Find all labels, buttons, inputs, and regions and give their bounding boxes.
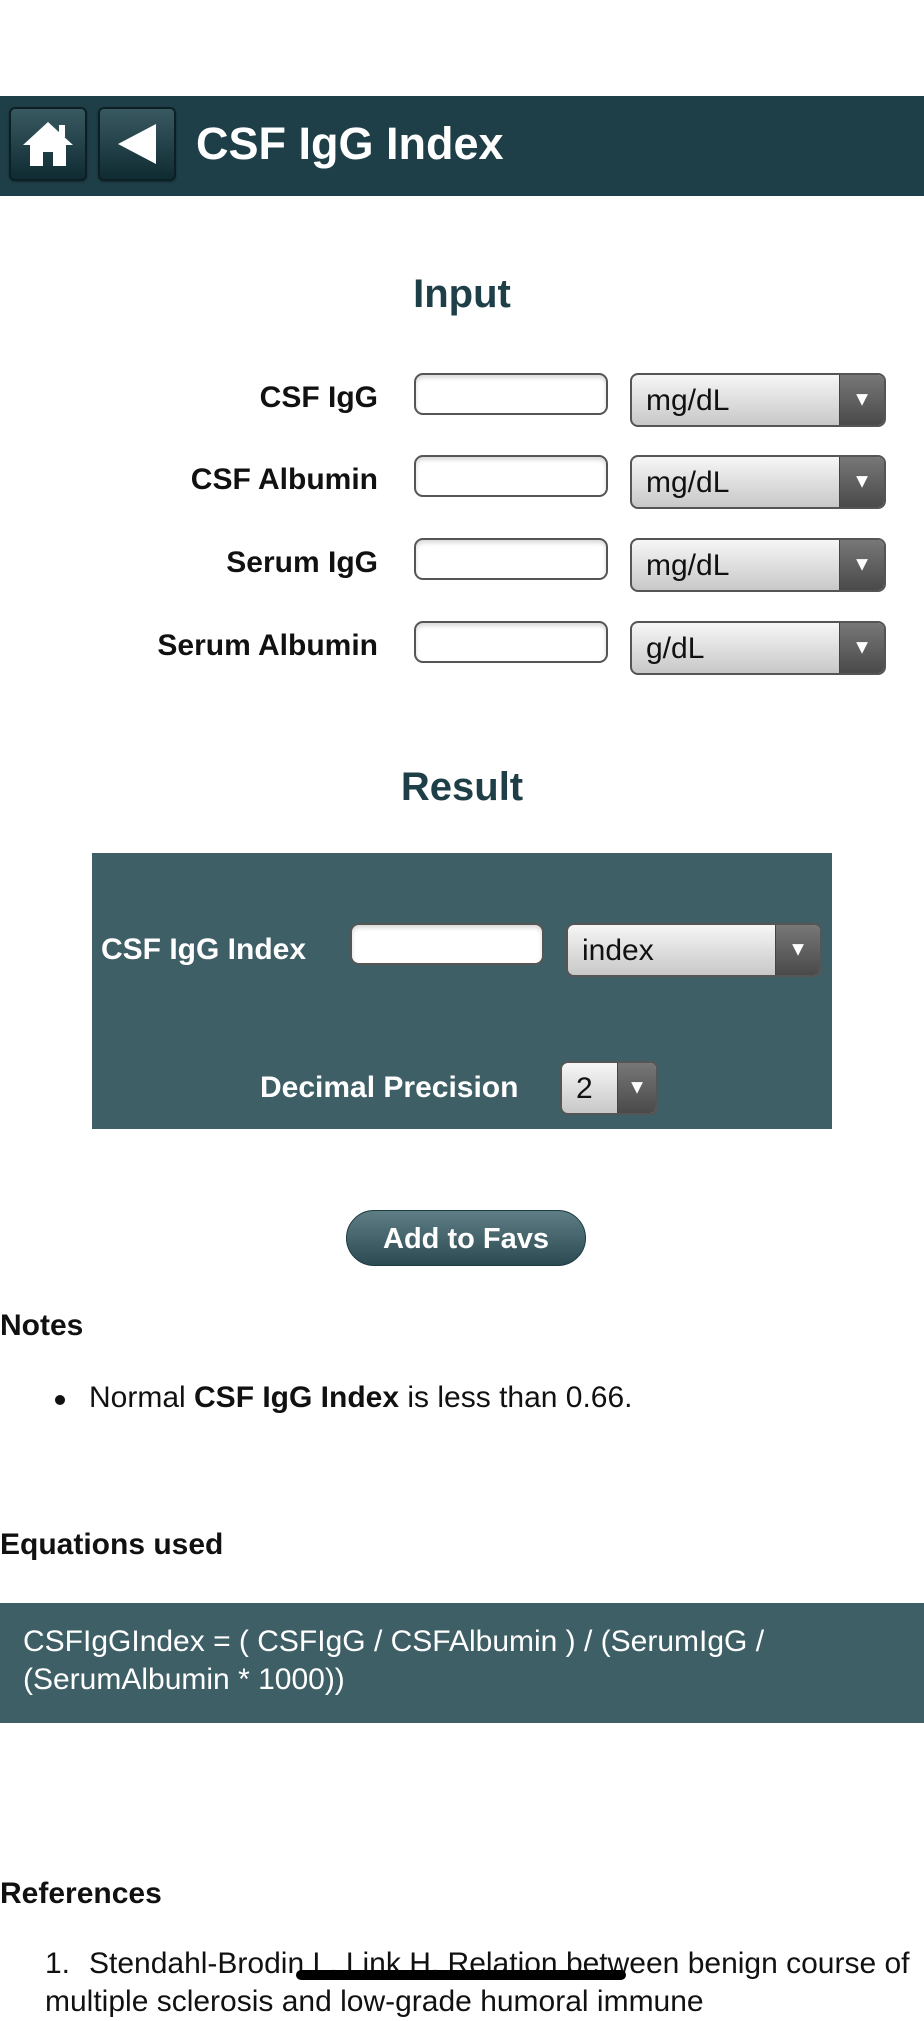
equation-text: CSFIgGIndex = ( CSFIgG / CSFAlbumin ) / … xyxy=(23,1625,765,1696)
equation-panel: CSFIgGIndex = ( CSFIgG / CSFAlbumin ) / … xyxy=(0,1603,924,1723)
input-section-title: Input xyxy=(413,272,511,316)
serum-albumin-label: Serum Albumin xyxy=(157,629,378,662)
result-panel: CSF IgG Index index ▼ Decimal Precision … xyxy=(92,853,832,1129)
back-arrow-icon xyxy=(118,124,156,164)
chevron-down-icon: ▼ xyxy=(839,623,884,673)
note-bold: CSF IgG Index xyxy=(194,1381,400,1414)
result-section-title: Result xyxy=(400,765,524,809)
csf-albumin-label: CSF Albumin xyxy=(190,463,378,496)
serum-albumin-input[interactable] xyxy=(414,621,608,663)
serum-igg-unit-select[interactable]: mg/dL ▼ xyxy=(630,538,886,592)
csf-albumin-unit-select[interactable]: mg/dL ▼ xyxy=(630,455,886,509)
chevron-down-icon: ▼ xyxy=(839,375,884,425)
csf-albumin-unit: mg/dL xyxy=(646,466,730,499)
bullet xyxy=(55,1395,65,1405)
csf-igg-label: CSF IgG xyxy=(259,381,378,414)
notes-heading: Notes xyxy=(0,1309,84,1342)
chevron-down-icon: ▼ xyxy=(839,540,884,590)
result-unit: index xyxy=(582,934,654,967)
home-icon xyxy=(23,122,73,166)
note-item: Normal CSF IgG Index is less than 0.66. xyxy=(89,1381,633,1415)
decimal-precision-select[interactable]: 2 ▼ xyxy=(560,1061,658,1115)
references-heading: References xyxy=(0,1877,162,1910)
csf-igg-index-output[interactable] xyxy=(350,923,544,965)
home-button[interactable] xyxy=(9,107,87,181)
add-to-favs-button[interactable]: Add to Favs xyxy=(346,1210,586,1266)
reference-text: Stendahl-Brodin L, Link H. Relation betw… xyxy=(45,1947,910,2018)
chevron-down-icon: ▼ xyxy=(839,457,884,507)
csf-igg-unit: mg/dL xyxy=(646,384,730,417)
chevron-down-icon: ▼ xyxy=(617,1063,656,1113)
decimal-precision-value: 2 xyxy=(576,1072,593,1105)
header-bar: CSF IgG Index xyxy=(0,96,924,196)
note-prefix: Normal xyxy=(89,1381,195,1414)
serum-albumin-unit: g/dL xyxy=(646,632,705,665)
decimal-precision-label: Decimal Precision xyxy=(260,1071,519,1104)
chevron-down-icon: ▼ xyxy=(775,925,820,975)
csf-igg-unit-select[interactable]: mg/dL ▼ xyxy=(630,373,886,427)
page-title: CSF IgG Index xyxy=(196,118,504,169)
csf-igg-input[interactable] xyxy=(414,373,608,415)
back-button[interactable] xyxy=(98,107,176,181)
home-indicator[interactable] xyxy=(296,1970,626,1980)
serum-igg-input[interactable] xyxy=(414,538,608,580)
serum-igg-unit: mg/dL xyxy=(646,549,730,582)
serum-igg-label: Serum IgG xyxy=(226,546,378,579)
csf-albumin-input[interactable] xyxy=(414,455,608,497)
csf-igg-index-label: CSF IgG Index xyxy=(101,933,307,966)
reference-number: 1. xyxy=(45,1947,71,1980)
equations-heading: Equations used xyxy=(0,1528,224,1561)
result-unit-select[interactable]: index ▼ xyxy=(566,923,822,977)
note-suffix: is less than 0.66. xyxy=(399,1381,633,1414)
serum-albumin-unit-select[interactable]: g/dL ▼ xyxy=(630,621,886,675)
reference-item: 1. Stendahl-Brodin L, Link H. Relation be… xyxy=(45,1945,915,2021)
